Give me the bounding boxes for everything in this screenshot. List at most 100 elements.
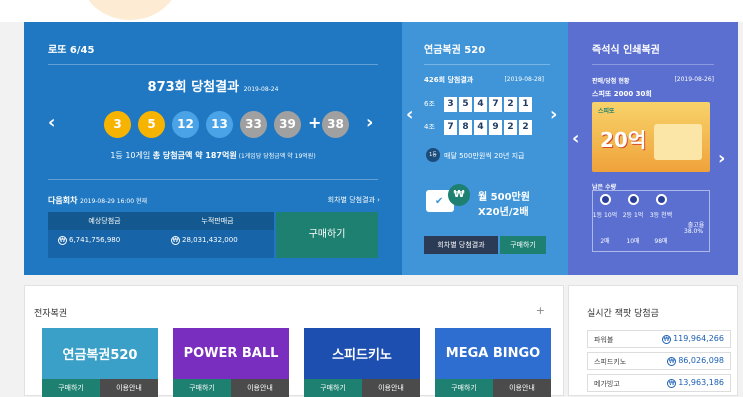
pension-title[interactable]: 연금복권 520 xyxy=(424,41,485,56)
pension-digit: 4 xyxy=(474,120,487,135)
electronic-title: 전자복권 xyxy=(34,309,68,319)
jackpot-amount: 119,964,266 xyxy=(673,334,724,343)
instant-title[interactable]: 즉석식 인쇄복권 xyxy=(592,41,660,56)
game-card[interactable]: 연금복권520 구매하기 이용안내 xyxy=(42,328,158,397)
next-draw-label: 다음회차 xyxy=(48,196,78,205)
ticket-amount: 20억 xyxy=(600,128,647,152)
game-buy-button[interactable]: 구매하기 xyxy=(173,379,231,397)
jackpot-value: ₩86,026,098 xyxy=(667,356,724,366)
won-icon: ₩ xyxy=(171,236,180,245)
pension-digit: 2 xyxy=(504,120,517,135)
status-label: 판매/당첨 현황 xyxy=(592,78,630,85)
promo-years: X20년/2배 xyxy=(478,207,529,218)
pension-row-2: 4조 7 8 4 9 2 2 xyxy=(424,120,534,135)
next-arrow-icon[interactable]: › xyxy=(550,104,557,125)
divider xyxy=(592,64,714,65)
next-draw-date: 2019-08-29 16:00 현재 xyxy=(80,198,148,205)
won-icon: ₩ xyxy=(667,379,677,388)
divider xyxy=(48,64,378,65)
jackpot-name: 메가빙고 xyxy=(594,380,620,388)
pension-draw: 426회 당첨결과 xyxy=(424,76,474,84)
lotto-title[interactable]: 로또 6/45 xyxy=(48,41,94,56)
draw-number: 873회 xyxy=(147,80,187,95)
won-icon: ₩ xyxy=(662,335,672,344)
pension-history-button[interactable]: 회차별 당첨결과 xyxy=(424,236,498,254)
bonus-ball: 38 xyxy=(322,111,349,138)
summary-total: 총 당첨금액 약 187억원 xyxy=(152,151,237,160)
prize-table: 예상당첨금 누적판매금 ₩6,741,756,980 ₩28,031,432,0… xyxy=(48,212,274,258)
next-arrow-icon[interactable]: › xyxy=(718,148,725,169)
game-buy-button[interactable]: 구매하기 xyxy=(304,379,362,397)
pension-digit: 5 xyxy=(459,97,472,112)
plus-sign: + xyxy=(308,113,322,132)
lotto-ball: 33 xyxy=(240,111,267,138)
game-card[interactable]: MEGA BINGO 구매하기 이용안내 xyxy=(435,328,551,397)
game-banner[interactable]: 스피드키노 xyxy=(304,328,420,379)
promo-monthly: 월 500만원 xyxy=(478,192,530,203)
instant-date: [2019-08-26] xyxy=(674,76,714,83)
instant-game-name: 스피또 2000 30회 xyxy=(592,90,652,98)
jackpot-row: 스피드키노 ₩86,026,098 xyxy=(587,352,731,370)
game-info-button[interactable]: 이용안내 xyxy=(231,379,289,397)
next-draw: 다음회차 2019-08-29 16:00 현재 xyxy=(48,195,147,206)
game-buy-button[interactable]: 구매하기 xyxy=(435,379,493,397)
jackpot-value: ₩119,964,266 xyxy=(662,334,724,344)
game-buy-button[interactable]: 구매하기 xyxy=(42,379,100,397)
won-icon: ₩ xyxy=(667,357,677,366)
grade-badge: 1등 xyxy=(426,148,440,162)
draw-date: 2019-08-24 xyxy=(243,86,279,93)
lotto-ball: 5 xyxy=(138,111,165,138)
jackpot-name: 스피드키노 xyxy=(594,358,627,366)
jackpot-value: ₩13,963,186 xyxy=(667,378,724,388)
lotto-buy-button[interactable]: 구매하기 xyxy=(276,212,378,258)
pension-digit: 2 xyxy=(519,120,532,135)
history-link[interactable]: 회차별 당첨결과 › xyxy=(328,195,380,205)
lotto-ball: 3 xyxy=(104,111,131,138)
jackpot-name: 파워볼 xyxy=(594,336,614,344)
summary-text: 1등 10게임 xyxy=(110,151,153,160)
result-label: 당첨결과 xyxy=(191,80,240,95)
acc-value-cell: ₩28,031,432,000 xyxy=(171,236,238,245)
pension-digit: 2 xyxy=(504,97,517,112)
est-label: 예상당첨금 xyxy=(48,212,161,230)
game-card[interactable]: POWER BALL 구매하기 이용안내 xyxy=(173,328,289,397)
game-banner[interactable]: POWER BALL xyxy=(173,328,289,379)
rate-value: 38.0% xyxy=(684,228,704,235)
pension-digit: 1 xyxy=(519,97,532,112)
lotto-ball: 13 xyxy=(206,111,233,138)
game-banner[interactable]: MEGA BINGO xyxy=(435,328,551,379)
pension-digit: 8 xyxy=(459,120,472,135)
est-value-cell: ₩6,741,756,980 xyxy=(58,236,120,245)
row-2-digits: 784922 xyxy=(444,120,534,135)
est-value: 6,741,756,980 xyxy=(69,236,121,244)
game-info-button[interactable]: 이용안내 xyxy=(362,379,420,397)
game-banner[interactable]: 연금복권520 xyxy=(42,328,158,379)
ticket-image[interactable]: 스피또 20억 xyxy=(592,102,710,172)
divider xyxy=(424,64,550,65)
acc-value: 28,031,432,000 xyxy=(182,236,238,244)
instant-panel: 즉석식 인쇄복권 판매/당첨 현황 [2019-08-26] 스피또 2000 … xyxy=(568,22,738,275)
game-card[interactable]: 스피드키노 구매하기 이용안내 xyxy=(304,328,420,397)
row-2-label: 4조 xyxy=(424,123,435,131)
grade-text: 매달 500만원씩 20년 지급 xyxy=(444,152,525,160)
jackpot-amount: 13,963,186 xyxy=(678,378,724,387)
lotto-ball: 12 xyxy=(172,111,199,138)
jackpot-panel: 실시간 잭팟 당첨금 파워볼 ₩119,964,266 스피드키노 ₩86,026,0… xyxy=(568,285,738,396)
jackpot-amount: 86,026,098 xyxy=(678,356,724,365)
next-arrow-icon[interactable]: › xyxy=(366,112,373,133)
jackpot-row: 메가빙고 ₩13,963,186 xyxy=(587,374,731,392)
divider xyxy=(48,179,378,180)
game-info-button[interactable]: 이용안내 xyxy=(493,379,551,397)
jackpot-title: 실시간 잭팟 당첨금 xyxy=(587,309,659,319)
pension-buy-button[interactable]: 구매하기 xyxy=(500,236,546,254)
game-info-button[interactable]: 이용안내 xyxy=(100,379,158,397)
draw-heading: 873회 당첨결과 2019-08-24 xyxy=(24,76,402,95)
electronic-panel: 전자복권 + 연금복권520 구매하기 이용안내 POWER BALL 구매하기 이용안내… xyxy=(24,285,564,397)
summary-per-game: (1게임당 당첨금액 약 19억원) xyxy=(236,153,316,160)
pension-panel: 연금복권 520 426회 당첨결과 [2019-08-28] ‹ › 6조 3 5… xyxy=(402,22,568,275)
prev-arrow-icon[interactable]: ‹ xyxy=(572,128,579,149)
jackpot-row: 파워볼 ₩119,964,266 xyxy=(587,330,731,348)
prev-arrow-icon[interactable]: ‹ xyxy=(48,112,55,133)
electronic-more-icon[interactable]: + xyxy=(536,304,545,317)
prev-arrow-icon[interactable]: ‹ xyxy=(406,104,413,125)
